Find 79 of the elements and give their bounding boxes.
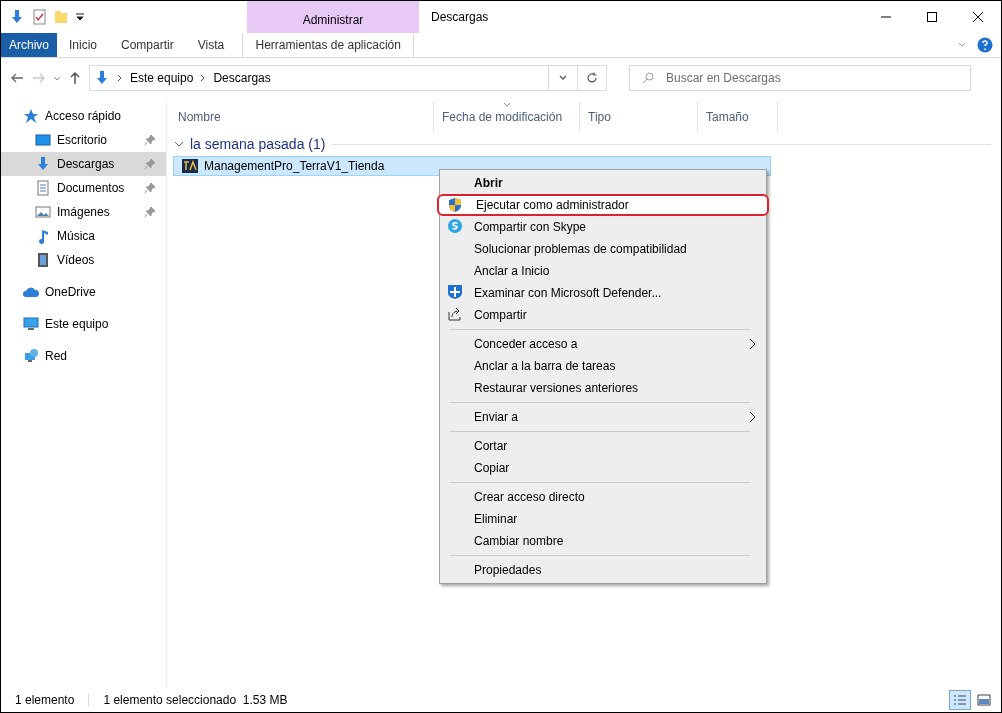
- sidebar-item[interactable]: Vídeos: [1, 248, 166, 272]
- sidebar-item[interactable]: Música: [1, 224, 166, 248]
- desktop-icon: [35, 132, 51, 148]
- breadcrumb[interactable]: Descargas: [213, 71, 271, 85]
- chevron-right-icon: [117, 74, 123, 82]
- item-count: 1 elemento: [15, 693, 76, 707]
- ribbon-tab[interactable]: Archivo: [1, 33, 57, 57]
- monitor-icon: [23, 316, 39, 332]
- sidebar-item[interactable]: Descargas: [1, 152, 166, 176]
- pin-icon: [144, 182, 156, 194]
- network-icon: [23, 348, 39, 364]
- search-field[interactable]: Buscar en Descargas: [629, 65, 971, 91]
- document-icon: [35, 180, 51, 196]
- share-icon: [447, 306, 463, 322]
- maximize-icon: [927, 12, 937, 22]
- close-icon: [973, 12, 983, 22]
- column-header[interactable]: Fecha de modificación: [434, 102, 580, 132]
- pin-icon: [144, 206, 156, 218]
- help-icon: [977, 37, 993, 53]
- menu-item[interactable]: Copiar: [440, 457, 766, 479]
- chevron-right-icon: [200, 74, 207, 82]
- download-arrow-icon: [9, 9, 25, 25]
- column-header[interactable]: Nombre: [170, 102, 434, 132]
- menu-item[interactable]: Cortar: [440, 435, 766, 457]
- chevron-right-icon: [748, 411, 756, 423]
- sort-caret-icon: [503, 102, 511, 108]
- ribbon-tab[interactable]: Herramientas de aplicación: [242, 33, 415, 57]
- details-view-button[interactable]: [949, 690, 971, 710]
- sidebar-item[interactable]: OneDrive: [1, 280, 166, 304]
- menu-item[interactable]: Cambiar nombre: [440, 530, 766, 552]
- chevron-right-icon: [748, 338, 756, 350]
- shield-icon: [447, 284, 463, 300]
- recent-caret-icon: [53, 74, 61, 82]
- properties-icon: [31, 9, 47, 25]
- menu-item[interactable]: Anclar a Inicio: [440, 260, 766, 282]
- app-icon: [182, 158, 198, 174]
- refresh-icon: [586, 72, 598, 84]
- star-icon: [23, 108, 39, 124]
- menu-item[interactable]: Solucionar problemas de compatibilidad: [440, 238, 766, 260]
- menu-item[interactable]: Propiedades: [440, 559, 766, 581]
- window-title: Descargas: [431, 10, 490, 24]
- image-icon: [35, 204, 51, 220]
- column-header[interactable]: Tipo: [580, 102, 698, 132]
- menu-item[interactable]: Examinar con Microsoft Defender...: [440, 282, 766, 304]
- menu-item[interactable]: Anclar a la barra de tareas: [440, 355, 766, 377]
- menu-item[interactable]: Crear acceso directo: [440, 486, 766, 508]
- menu-item[interactable]: Restaurar versiones anteriores: [440, 377, 766, 399]
- sidebar-item[interactable]: Documentos: [1, 176, 166, 200]
- search-icon: [642, 72, 654, 84]
- column-header[interactable]: Tamaño: [698, 102, 778, 132]
- contextual-group-header: Administrar: [247, 1, 419, 33]
- file-name: ManagementPro_TerraV1_Tienda: [204, 159, 385, 173]
- sidebar-item[interactable]: Acceso rápido: [1, 104, 166, 128]
- pin-icon: [144, 158, 156, 170]
- pin-icon: [144, 134, 156, 146]
- selection-info: 1 elemento seleccionado 1.53 MB: [103, 693, 289, 707]
- menu-item[interactable]: Eliminar: [440, 508, 766, 530]
- thumbnail-view-icon: [977, 694, 991, 706]
- sidebar-item[interactable]: Este equipo: [1, 312, 166, 336]
- group-header[interactable]: la semana pasada (1): [190, 136, 326, 152]
- address-bar[interactable]: Este equipo Descargas: [89, 65, 607, 91]
- shield-icon: [447, 197, 463, 213]
- download-arrow-icon: [94, 70, 110, 86]
- breadcrumb[interactable]: Este equipo: [130, 71, 194, 85]
- menu-item[interactable]: Compartir con Skype: [440, 216, 766, 238]
- details-view-icon: [953, 694, 967, 706]
- sidebar-item[interactable]: Imágenes: [1, 200, 166, 224]
- menu-item[interactable]: Enviar a: [440, 406, 766, 428]
- sidebar-item[interactable]: Red: [1, 344, 166, 368]
- menu-item[interactable]: Ejecutar como administrador: [437, 194, 769, 216]
- menu-item[interactable]: Conceder acceso a: [440, 333, 766, 355]
- customize-caret-icon: [75, 12, 85, 22]
- chevron-down-icon: [174, 139, 184, 149]
- folder-icon: [53, 9, 69, 25]
- film-icon: [35, 252, 51, 268]
- sidebar-item[interactable]: Escritorio: [1, 128, 166, 152]
- menu-item[interactable]: Compartir: [440, 304, 766, 326]
- skype-icon: [447, 218, 463, 234]
- download-arrow-icon: [35, 156, 51, 172]
